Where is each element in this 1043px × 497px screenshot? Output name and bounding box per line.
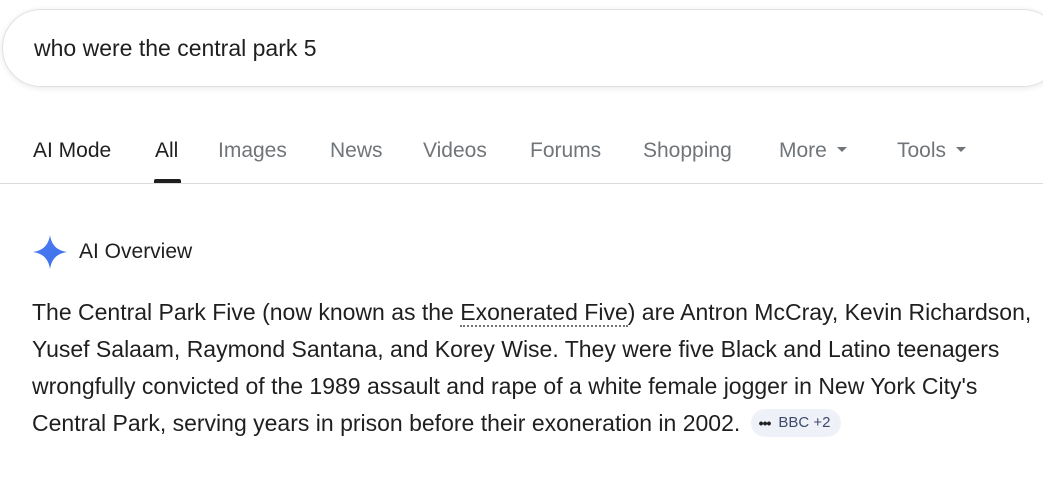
overview-text-intro: The Central Park Five (now known as the bbox=[32, 299, 461, 325]
tab-images[interactable]: Images bbox=[218, 138, 287, 164]
tab-ai-mode[interactable]: AI Mode bbox=[33, 138, 111, 164]
search-box[interactable] bbox=[2, 9, 1043, 87]
tab-more[interactable]: More bbox=[779, 138, 847, 164]
tab-shopping[interactable]: Shopping bbox=[643, 138, 732, 164]
tab-more-label: More bbox=[779, 139, 827, 162]
tab-videos[interactable]: Videos bbox=[423, 138, 487, 164]
search-input[interactable] bbox=[34, 34, 734, 62]
chevron-down-icon bbox=[836, 146, 847, 152]
ai-overview-title: AI Overview bbox=[79, 240, 193, 263]
tab-all[interactable]: All bbox=[155, 138, 178, 164]
tab-forums[interactable]: Forums bbox=[530, 138, 601, 164]
source-chip[interactable]: ••• BBC +2 bbox=[750, 408, 841, 437]
chevron-down-icon bbox=[956, 146, 967, 152]
ai-overview-text: The Central Park Five (now known as the … bbox=[32, 294, 1032, 442]
active-tab-indicator bbox=[154, 179, 181, 183]
source-chip-label: BBC +2 bbox=[778, 413, 831, 431]
tab-news[interactable]: News bbox=[330, 138, 383, 164]
exonerated-five-link[interactable]: Exonerated Five bbox=[460, 299, 628, 327]
tab-tools[interactable]: Tools bbox=[897, 138, 967, 164]
tab-tools-label: Tools bbox=[897, 139, 947, 162]
more-dots-icon: ••• bbox=[758, 414, 772, 431]
search-tabs: AI Mode All Images News Videos Forums Sh… bbox=[0, 120, 1043, 184]
ai-overview-header: AI Overview bbox=[32, 232, 192, 272]
search-results-page: AI Mode All Images News Videos Forums Sh… bbox=[0, 0, 1043, 497]
gemini-sparkle-icon bbox=[33, 235, 67, 269]
